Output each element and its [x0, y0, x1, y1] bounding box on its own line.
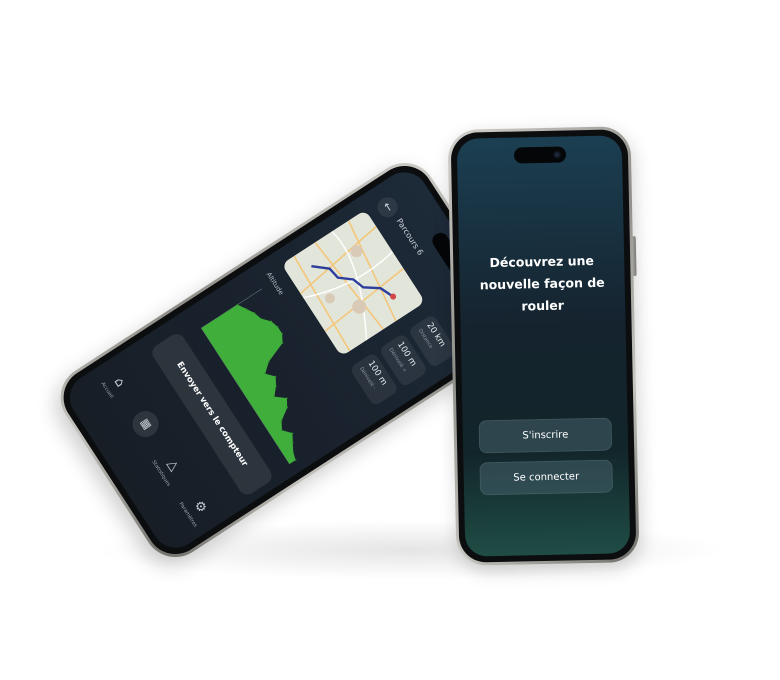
- welcome-headline: Découvrez une nouvelle façon de rouler: [479, 252, 605, 314]
- nav-item-settings[interactable]: ⚙ Paramètres: [173, 484, 219, 535]
- power-button: [631, 236, 637, 277]
- route-title: Parcours 6: [394, 216, 425, 257]
- nav-item-home[interactable]: ⌂ Accueil: [92, 359, 138, 410]
- nav-item-stats[interactable]: △ Statistiques: [146, 442, 192, 493]
- camera-lens: [552, 150, 561, 159]
- phone-bezel: Découvrez une nouvelle façon de rouler S…: [450, 129, 637, 563]
- dynamic-island: [513, 146, 566, 164]
- nav-item-map[interactable]: ▦: [123, 401, 165, 450]
- back-arrow-icon[interactable]: ←: [373, 193, 402, 222]
- login-button[interactable]: Se connecter: [479, 459, 614, 496]
- onboarding-phone: Découvrez une nouvelle façon de rouler S…: [447, 126, 640, 566]
- onboarding-screen: Découvrez une nouvelle façon de rouler S…: [456, 135, 631, 557]
- signup-button[interactable]: S'inscrire: [478, 417, 613, 454]
- map-icon: ▦: [127, 406, 164, 443]
